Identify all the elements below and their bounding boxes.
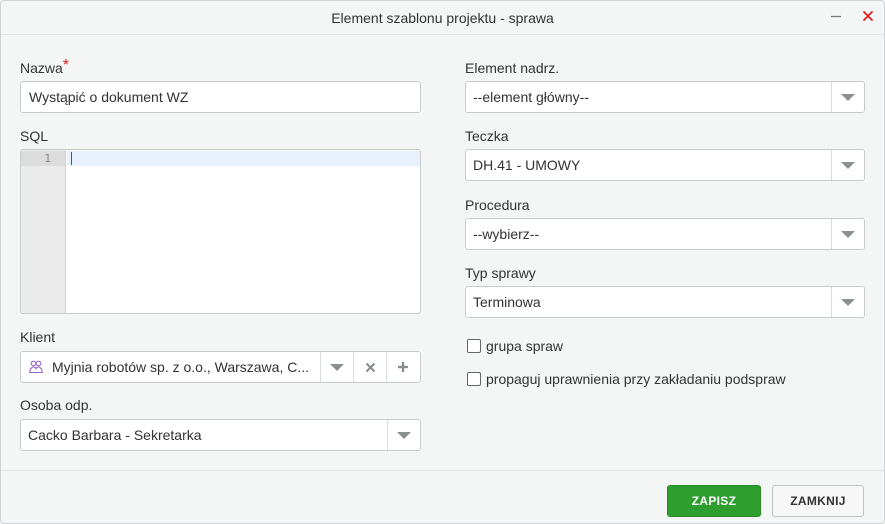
element-nadrz-value: --element główny-- <box>473 89 589 105</box>
editor-gutter: 1 <box>21 150 66 313</box>
chevron-down-icon <box>841 161 855 169</box>
typ-sprawy-select[interactable]: Terminowa <box>465 286 865 318</box>
procedura-label: Procedura <box>465 197 530 213</box>
chevron-down-icon <box>397 431 411 439</box>
element-nadrz-select[interactable]: --element główny-- <box>465 81 865 113</box>
grupa-spraw-label: grupa spraw <box>486 338 564 354</box>
klient-label: Klient <box>20 329 56 345</box>
chevron-down-icon <box>841 230 855 238</box>
typ-sprawy-dropdown-button[interactable] <box>831 287 864 317</box>
close-icon <box>862 10 874 22</box>
close-dialog-button[interactable]: ZAMKNIJ <box>772 485 864 517</box>
chevron-down-icon <box>841 93 855 101</box>
chevron-down-icon <box>841 298 855 306</box>
teczka-value: DH.41 - UMOWY <box>473 157 581 173</box>
teczka-label: Teczka <box>465 128 509 144</box>
dialog-footer: ZAPISZ ZAMKNIJ <box>1 470 884 523</box>
teczka-select[interactable]: DH.41 - UMOWY <box>465 149 865 181</box>
chevron-down-icon <box>330 363 344 371</box>
osoba-label: Osoba odp. <box>20 397 93 413</box>
required-mark: * <box>62 57 70 74</box>
gutter-active-line <box>21 151 65 166</box>
grupa-spraw-checkbox[interactable] <box>467 339 481 353</box>
osoba-value: Cacko Barbara - Sekretarka <box>28 427 202 443</box>
klient-clear-button[interactable] <box>353 352 386 382</box>
typ-sprawy-label: Typ sprawy <box>465 265 536 281</box>
klient-combo[interactable]: Myjnia robotów sp. z o.o., Warszawa, C..… <box>20 351 421 383</box>
nazwa-label: Nazwa* <box>20 57 70 78</box>
plus-icon <box>398 362 408 372</box>
procedura-select[interactable]: --wybierz-- <box>465 218 865 250</box>
save-button[interactable]: ZAPISZ <box>667 485 761 517</box>
procedura-value: --wybierz-- <box>473 226 540 242</box>
dialog-title: Element szablonu projektu - sprawa <box>331 10 554 26</box>
nazwa-label-text: Nazwa <box>20 60 63 76</box>
klient-value: Myjnia robotów sp. z o.o., Warszawa, C..… <box>52 359 310 375</box>
line-number: 1 <box>44 152 51 165</box>
osoba-dropdown-button[interactable] <box>387 420 420 450</box>
sql-label: SQL <box>20 128 49 144</box>
minimize-icon <box>831 15 841 18</box>
sql-editor[interactable]: 1 <box>20 149 421 314</box>
propaguj-row[interactable]: propaguj uprawnienia przy zakładaniu pod… <box>467 371 786 387</box>
element-nadrz-label: Element nadrz. <box>465 60 560 76</box>
close-button[interactable] <box>857 5 879 27</box>
typ-sprawy-value: Terminowa <box>473 294 541 310</box>
klient-dropdown-button[interactable] <box>320 352 353 382</box>
propaguj-checkbox[interactable] <box>467 372 481 386</box>
minimize-button[interactable] <box>825 5 847 27</box>
client-icon <box>29 360 43 374</box>
dialog-window: Element szablonu projektu - sprawa Nazwa… <box>0 0 885 524</box>
text-cursor <box>71 152 72 165</box>
clear-icon <box>365 362 375 372</box>
element-nadrz-dropdown-button[interactable] <box>831 82 864 112</box>
procedura-dropdown-button[interactable] <box>831 219 864 249</box>
teczka-dropdown-button[interactable] <box>831 150 864 180</box>
grupa-spraw-row[interactable]: grupa spraw <box>467 338 563 354</box>
title-bar[interactable]: Element szablonu projektu - sprawa <box>1 1 884 35</box>
klient-add-button[interactable] <box>386 352 419 382</box>
editor-active-line <box>67 151 420 166</box>
nazwa-input[interactable]: Wystąpić o dokument WZ <box>20 81 421 113</box>
osoba-select[interactable]: Cacko Barbara - Sekretarka <box>20 419 421 451</box>
propaguj-label: propaguj uprawnienia przy zakładaniu pod… <box>486 371 786 387</box>
